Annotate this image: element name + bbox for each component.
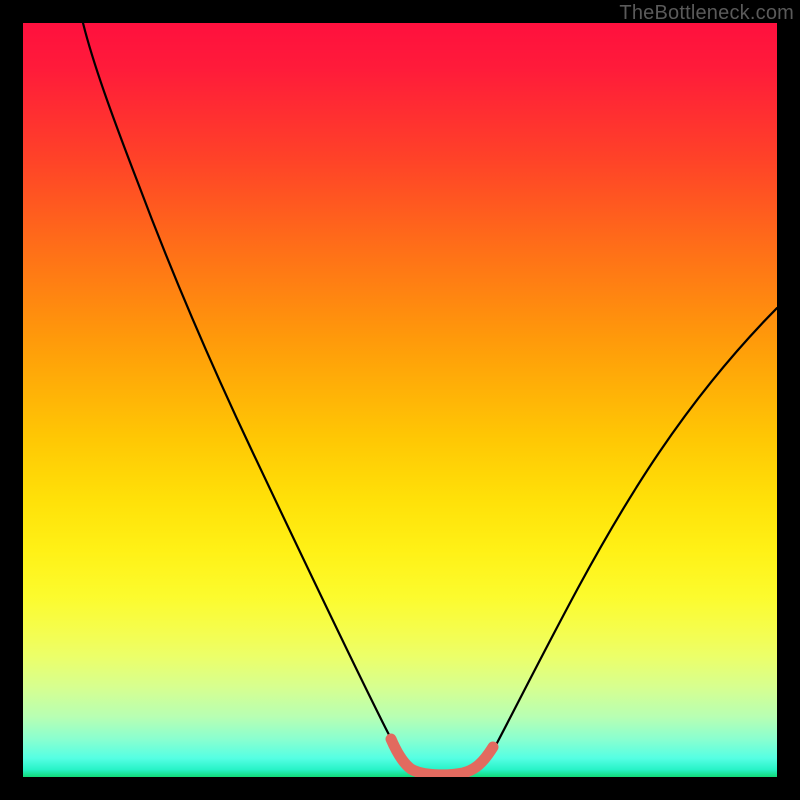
bottleneck-curve — [83, 23, 777, 775]
plot-area — [23, 23, 777, 777]
watermark-text: TheBottleneck.com — [619, 2, 794, 25]
chart-frame: TheBottleneck.com — [0, 0, 800, 800]
optimal-band — [391, 739, 493, 775]
curve-layer — [23, 23, 777, 777]
